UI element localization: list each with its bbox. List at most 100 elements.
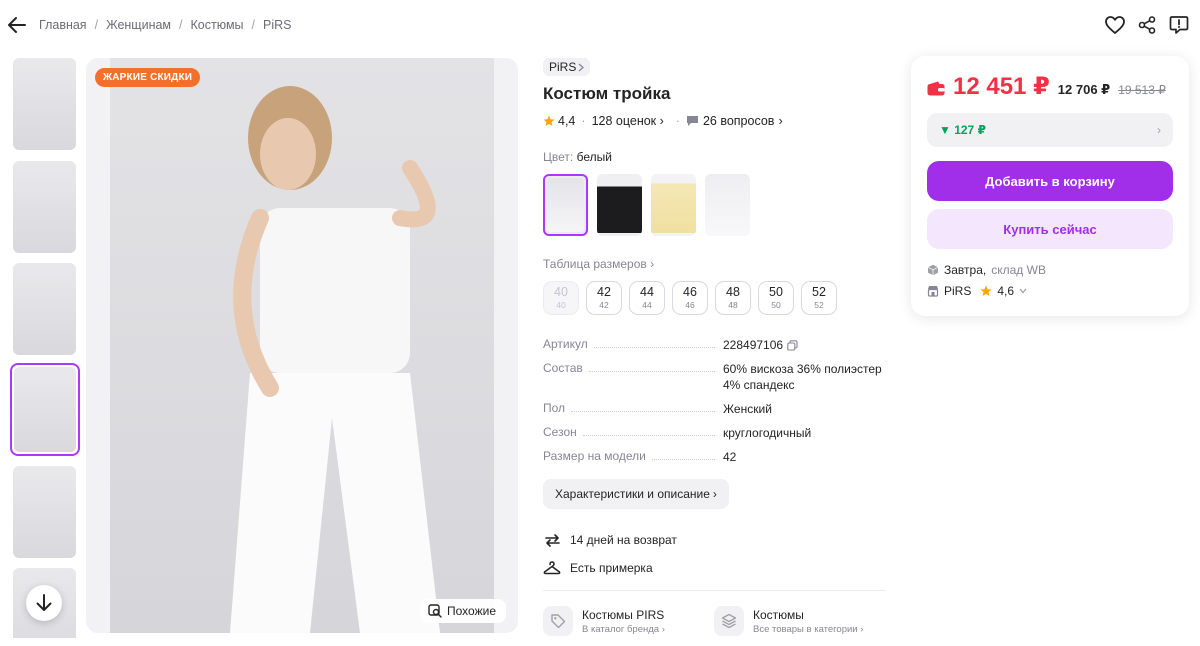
- top-actions: [1104, 14, 1190, 36]
- size-option[interactable]: 44 44: [629, 281, 665, 315]
- feature-return-text: 14 дней на возврат: [570, 533, 677, 547]
- product-photo-thumbnail: [13, 466, 76, 558]
- feature-fitting: Есть примерка: [543, 559, 885, 577]
- back-button[interactable]: [6, 14, 28, 36]
- tag-icon: [543, 606, 573, 636]
- product-title: Костюм тройка: [543, 84, 671, 103]
- buy-now-button[interactable]: Купить сейчас: [927, 209, 1173, 249]
- model-figure-illustration: [230, 86, 440, 633]
- seller-info[interactable]: PiRS 4,6: [927, 284, 1173, 298]
- characteristics-button[interactable]: Характеристики и описание ›: [543, 479, 729, 509]
- color-swatch-yellow[interactable]: [651, 174, 696, 236]
- spec-value: 42: [723, 449, 885, 465]
- model-size-value: 42: [723, 450, 737, 464]
- wallet-icon: [927, 81, 945, 96]
- similar-button-label: Похожие: [447, 604, 496, 618]
- size-ru: 48: [726, 285, 740, 299]
- size-option[interactable]: 46 46: [672, 281, 708, 315]
- product-photo-thumbnail: [13, 161, 76, 253]
- reviews-count: 128 оценок: [591, 114, 657, 128]
- color-swatch-white[interactable]: [543, 174, 588, 236]
- breadcrumb-separator: /: [251, 18, 256, 32]
- delivery-date: Завтра,: [944, 263, 987, 277]
- spec-key-text: Пол: [543, 401, 566, 415]
- specs-list: Артикул 228497106 Состав 60% вискоза 36%…: [543, 337, 885, 465]
- spec-key-text: Размер на модели: [543, 449, 646, 463]
- store-icon: [927, 286, 939, 297]
- color-swatch-light-white[interactable]: [705, 174, 750, 236]
- spec-key: Артикул: [543, 337, 723, 351]
- size-option[interactable]: 48 48: [715, 281, 751, 315]
- thumbnail[interactable]: [13, 466, 76, 558]
- price-card: 12 451 ₽ 12 706 ₽ 19 513 ₽ ▼ 127 ₽ › Доб…: [911, 56, 1189, 316]
- category-catalog-subtitle: Все товары в категории ›: [753, 623, 864, 635]
- size-table-link[interactable]: Таблица размеров ›: [543, 257, 885, 271]
- cashback-value: ▼ 127 ₽: [939, 123, 986, 137]
- category-catalog-link[interactable]: Костюмы Все товары в категории ›: [714, 606, 885, 636]
- share-icon: [1138, 16, 1156, 34]
- size-option[interactable]: 52 52: [801, 281, 837, 315]
- similar-button[interactable]: Похожие: [420, 599, 506, 623]
- breadcrumb-item-home[interactable]: Главная: [39, 18, 87, 32]
- size-alt: 42: [599, 300, 609, 310]
- favorite-button[interactable]: [1104, 14, 1126, 36]
- thumbnail[interactable]: [13, 161, 76, 253]
- size-table-label: Таблица размеров: [543, 257, 647, 271]
- image-search-icon: [428, 604, 442, 618]
- breadcrumb-item-brand[interactable]: PiRS: [263, 18, 291, 32]
- seller-rating: 4,6: [997, 284, 1015, 298]
- rating-value: 4,4: [558, 114, 576, 128]
- questions-link[interactable]: 26 вопросов ›: [686, 114, 783, 128]
- spec-value: круглогодичный: [723, 425, 885, 441]
- price-old: 19 513 ₽: [1118, 83, 1166, 97]
- size-ru: 46: [683, 285, 697, 299]
- share-button[interactable]: [1136, 14, 1158, 36]
- thumbnail[interactable]: [13, 58, 76, 150]
- add-to-cart-button[interactable]: Добавить в корзину: [927, 161, 1173, 201]
- size-ru: 50: [769, 285, 783, 299]
- size-alt: 40: [556, 300, 566, 310]
- brand-chip[interactable]: PiRS: [543, 58, 591, 76]
- color-swatch-black[interactable]: [597, 174, 642, 236]
- questions-count: 26 вопросов: [702, 114, 775, 128]
- spec-key: Размер на модели: [543, 449, 723, 463]
- thumbnail-list: [10, 58, 80, 638]
- delivery-warehouse: склад WB: [991, 263, 1046, 277]
- features-list: 14 дней на возврат Есть примерка: [543, 531, 885, 577]
- spec-row-article: Артикул 228497106: [543, 337, 885, 353]
- size-alt: 46: [685, 300, 695, 310]
- spec-value: 60% вискоза 36% полиэстер 4% спандекс: [723, 361, 885, 393]
- breadcrumb-item-suits[interactable]: Костюмы: [191, 18, 244, 32]
- main-product-image[interactable]: ЖАРКИЕ СКИДКИ Похожие: [86, 58, 518, 633]
- brand-name: PiRS: [549, 60, 577, 74]
- report-button[interactable]: [1168, 14, 1190, 36]
- feature-fitting-text: Есть примерка: [570, 561, 653, 575]
- reviews-link[interactable]: 128 оценок ›: [592, 114, 664, 128]
- price-row: 12 451 ₽ 12 706 ₽ 19 513 ₽: [927, 72, 1173, 101]
- cashback-row[interactable]: ▼ 127 ₽ ›: [927, 113, 1173, 147]
- size-ru: 52: [812, 285, 826, 299]
- thumbnails-scroll-down-button[interactable]: [26, 585, 62, 621]
- feature-return: 14 дней на возврат: [543, 531, 885, 549]
- size-option[interactable]: 50 50: [758, 281, 794, 315]
- brand-catalog-link[interactable]: Костюмы PIRS В каталог бренда ›: [543, 606, 714, 636]
- color-swatches: [543, 174, 885, 236]
- thumbnail[interactable]: [13, 263, 76, 355]
- rating-row: 4,4 · 128 оценок › · 26 вопросов ›: [543, 114, 885, 128]
- size-option[interactable]: 42 42: [586, 281, 622, 315]
- copy-icon[interactable]: [787, 339, 798, 351]
- spec-value: 228497106: [723, 337, 885, 353]
- chevron-right-icon: [578, 63, 585, 71]
- spec-key-text: Сезон: [543, 425, 577, 439]
- return-arrows-icon: [543, 531, 561, 549]
- seller-name: PiRS: [944, 284, 972, 298]
- product-photo-thumbnail: [13, 263, 76, 355]
- hot-sale-badge: ЖАРКИЕ СКИДКИ: [95, 68, 201, 87]
- size-alt: 48: [728, 300, 738, 310]
- size-alt: 50: [771, 300, 781, 310]
- spec-key-text: Артикул: [543, 337, 588, 351]
- thumbnail-active[interactable]: [10, 363, 80, 456]
- season-value: круглогодичный: [723, 426, 812, 440]
- breadcrumb-item-women[interactable]: Женщинам: [106, 18, 171, 32]
- delivery-info: Завтра, склад WB: [927, 263, 1173, 277]
